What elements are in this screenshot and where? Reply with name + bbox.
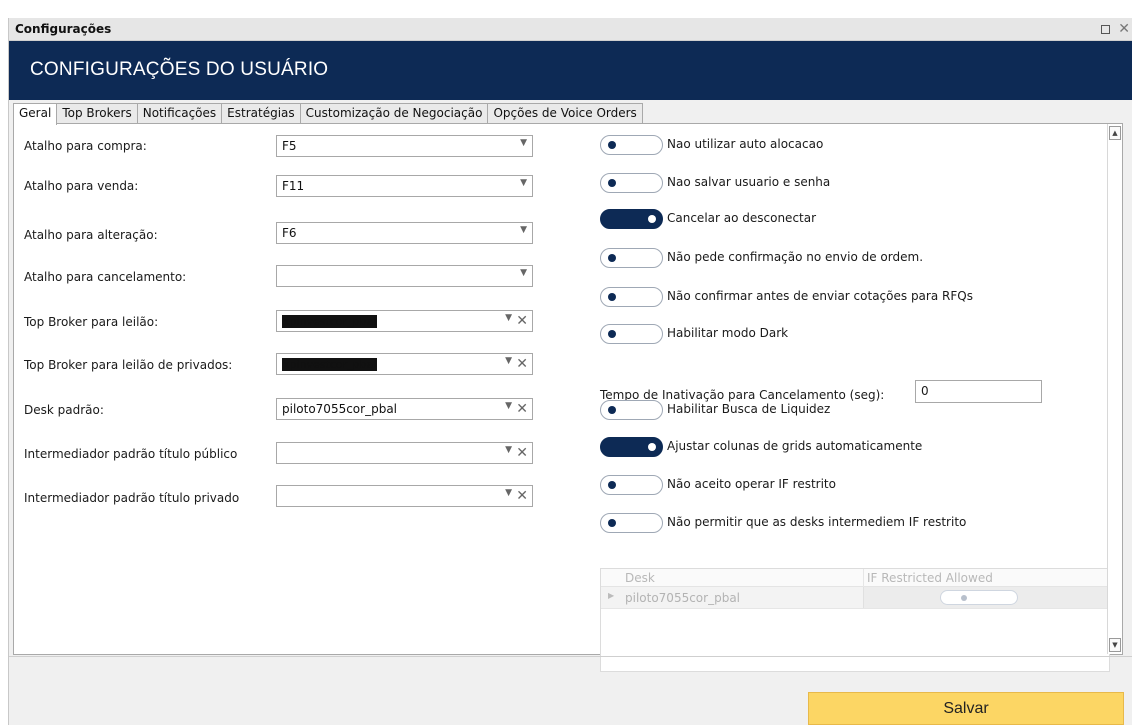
toggle-label: Nao salvar usuario e senha — [667, 175, 831, 189]
clear-x-icon[interactable]: ✕ — [516, 355, 528, 373]
clear-x-icon[interactable]: ✕ — [516, 312, 528, 330]
toggle-knob — [608, 330, 616, 338]
window-title: Configurações — [15, 22, 112, 36]
atalho-compra-select[interactable]: F5 ▼ — [276, 135, 533, 157]
toggle-knob — [608, 519, 616, 527]
field-label: Intermediador padrão título privado — [24, 491, 240, 505]
tab-geral[interactable]: Geral — [13, 103, 58, 125]
select-value: F6 — [282, 226, 297, 240]
column-header-if-restricted: IF Restricted Allowed — [867, 571, 993, 585]
page-title: CONFIGURAÇÕES DO USUÁRIO — [30, 59, 329, 80]
toggle-knob — [608, 293, 616, 301]
column-divider — [863, 569, 864, 587]
select-value: F5 — [282, 139, 297, 153]
toggle-label: Não permitir que as desks intermediem IF… — [667, 515, 967, 529]
toggle-label: Habilitar modo Dark — [667, 326, 789, 340]
if-restrito-toggle[interactable] — [600, 475, 663, 495]
toggle-knob — [608, 481, 616, 489]
toggle-label: Habilitar Busca de Liquidez — [667, 402, 831, 416]
close-icon[interactable]: ✕ — [1118, 20, 1130, 38]
footer-divider — [9, 656, 1132, 657]
intermediador-publico-select[interactable]: ▼ ✕ — [276, 442, 533, 464]
toggle-label: Cancelar ao desconectar — [667, 211, 817, 225]
desks-if-restrito-toggle[interactable] — [600, 513, 663, 533]
top-broker-privados-select[interactable]: xpinvestcor_pbal ▼ ✕ — [276, 353, 533, 375]
desk-cell: piloto7055cor_pbal — [625, 591, 741, 605]
toggle-label: Ajustar colunas de grids automaticamente — [667, 439, 923, 453]
tempo-inativacao-input[interactable]: 0 — [915, 380, 1042, 403]
field-label: Atalho para compra: — [24, 139, 147, 153]
tab-voice-orders[interactable]: Opções de Voice Orders — [487, 103, 643, 124]
field-label: Top Broker para leilão: — [24, 315, 159, 329]
atalho-cancelamento-select[interactable]: ▼ — [276, 265, 533, 287]
scroll-up-icon[interactable]: ▲ — [1109, 126, 1121, 140]
clear-x-icon[interactable]: ✕ — [516, 444, 528, 462]
toggle-knob — [608, 179, 616, 187]
toggle-knob — [961, 595, 967, 601]
chevron-down-icon[interactable]: ▼ — [520, 225, 527, 235]
save-button[interactable]: Salvar — [808, 692, 1124, 725]
table-row: ▶ piloto7055cor_pbal — [601, 587, 1111, 609]
toggle-label: Não pede confirmação no envio de ordem. — [667, 250, 924, 264]
chevron-down-icon[interactable]: ▼ — [520, 138, 527, 148]
field-label: Intermediador padrão título público — [24, 447, 238, 461]
toggle-label: Nao utilizar auto alocacao — [667, 137, 824, 151]
toggle-knob — [608, 406, 616, 414]
chevron-down-icon[interactable]: ▼ — [520, 268, 527, 278]
cancelar-desconectar-toggle[interactable] — [600, 209, 663, 229]
grid-header: Desk IF Restricted Allowed — [601, 569, 1109, 587]
scroll-down-icon[interactable]: ▼ — [1109, 638, 1121, 652]
settings-window: Configurações ✕ CONFIGURAÇÕES DO USUÁRIO… — [8, 18, 1132, 725]
field-label: Atalho para alteração: — [24, 228, 158, 242]
toggle-label: Não confirmar antes de enviar cotações p… — [667, 289, 973, 303]
chevron-down-icon[interactable]: ▼ — [505, 445, 512, 455]
atalho-venda-select[interactable]: F11 ▼ — [276, 175, 533, 197]
chevron-down-icon[interactable]: ▼ — [505, 401, 512, 411]
atalho-alteracao-select[interactable]: F6 ▼ — [276, 222, 533, 244]
row-expand-icon: ▶ — [608, 591, 615, 600]
confirmar-rfq-toggle[interactable] — [600, 287, 663, 307]
tab-notificacoes[interactable]: Notificações — [136, 103, 223, 124]
column-header-desk: Desk — [625, 571, 655, 585]
toggle-knob — [648, 443, 656, 451]
ajustar-colunas-toggle[interactable] — [600, 437, 663, 457]
tab-customizacao[interactable]: Customização de Negociação — [299, 103, 489, 124]
chevron-down-icon[interactable]: ▼ — [520, 178, 527, 188]
busca-liquidez-toggle[interactable] — [600, 400, 663, 420]
intermediador-privado-select[interactable]: ▼ ✕ — [276, 485, 533, 507]
clear-x-icon[interactable]: ✕ — [516, 487, 528, 505]
maximize-icon[interactable] — [1101, 25, 1110, 34]
confirmacao-ordem-toggle[interactable] — [600, 248, 663, 268]
title-bar: Configurações ✕ — [9, 18, 1132, 41]
clear-x-icon[interactable]: ✕ — [516, 400, 528, 418]
if-restricted-allowed-toggle — [940, 590, 1018, 605]
toggle-label: Não aceito operar IF restrito — [667, 477, 836, 491]
toggle-knob — [608, 254, 616, 262]
select-value: F11 — [282, 179, 305, 193]
select-value: xpinvestcor_pbal — [282, 315, 378, 328]
modo-dark-toggle[interactable] — [600, 324, 663, 344]
field-label: Top Broker para leilão de privados: — [24, 358, 233, 372]
salvar-usuario-toggle[interactable] — [600, 173, 663, 193]
tab-strip: Geral Top Brokers Notificações Estratégi… — [13, 103, 643, 125]
vertical-scrollbar[interactable]: ▲ ▼ — [1107, 124, 1122, 654]
toggle-knob — [608, 141, 616, 149]
select-value: piloto7055cor_pbal — [282, 402, 398, 416]
chevron-down-icon[interactable]: ▼ — [505, 356, 512, 366]
page-header: CONFIGURAÇÕES DO USUÁRIO — [9, 41, 1132, 100]
tab-top-brokers[interactable]: Top Brokers — [56, 103, 138, 124]
desk-padrao-select[interactable]: piloto7055cor_pbal ▼ ✕ — [276, 398, 533, 420]
top-broker-leilao-select[interactable]: xpinvestcor_pbal ▼ ✕ — [276, 310, 533, 332]
field-label: Atalho para cancelamento: — [24, 270, 187, 284]
auto-alocacao-toggle[interactable] — [600, 135, 663, 155]
toggle-knob — [648, 215, 656, 223]
select-value: xpinvestcor_pbal — [282, 358, 378, 371]
chevron-down-icon[interactable]: ▼ — [505, 488, 512, 498]
field-label: Desk padrão: — [24, 403, 104, 417]
chevron-down-icon[interactable]: ▼ — [505, 313, 512, 323]
tab-estrategias[interactable]: Estratégias — [221, 103, 301, 124]
field-label: Atalho para venda: — [24, 179, 139, 193]
tab-panel-geral: Atalho para compra: F5 ▼ Atalho para ven… — [13, 123, 1123, 672]
